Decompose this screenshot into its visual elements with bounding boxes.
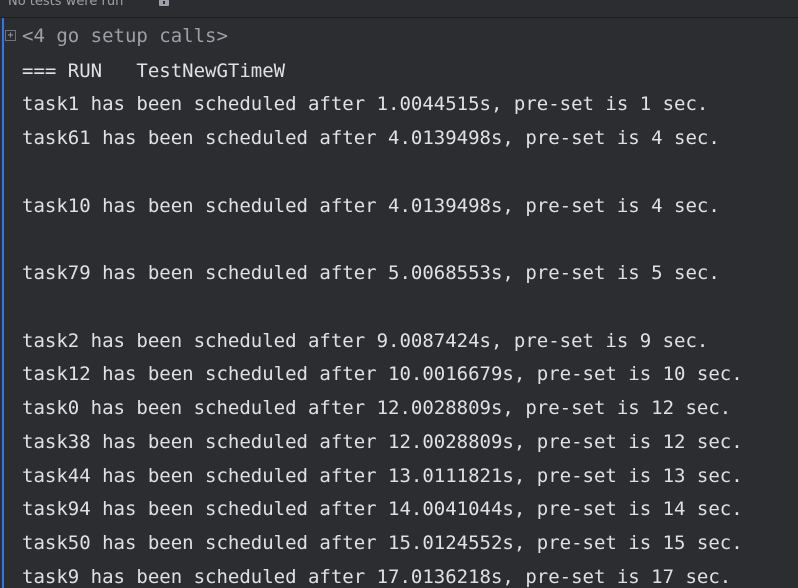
console-line: task0 has been scheduled after 12.002880… bbox=[22, 397, 732, 419]
console-line: task2 has been scheduled after 9.0087424… bbox=[22, 330, 709, 352]
console-line: task12 has been scheduled after 10.00166… bbox=[22, 363, 743, 385]
console-line: task61 has been scheduled after 4.013949… bbox=[22, 127, 720, 149]
fold-expand-icon[interactable]: + bbox=[5, 30, 16, 41]
test-status-text: No tests were run bbox=[8, 0, 124, 9]
gutter-accent-bar bbox=[2, 18, 4, 588]
console-line: task10 has been scheduled after 4.013949… bbox=[22, 195, 720, 217]
console-line: task38 has been scheduled after 12.00288… bbox=[22, 431, 743, 453]
run-header: === RUN TestNewGTimeW bbox=[22, 60, 286, 82]
console-line: task44 has been scheduled after 13.01118… bbox=[22, 465, 743, 487]
console-line: task94 has been scheduled after 14.00410… bbox=[22, 498, 743, 520]
setup-calls-fold[interactable]: <4 go setup calls> bbox=[22, 24, 228, 48]
console-line: task9 has been scheduled after 17.013621… bbox=[22, 566, 732, 588]
console-line: task1 has been scheduled after 1.0044515… bbox=[22, 93, 709, 115]
lock-icon[interactable] bbox=[157, 0, 171, 6]
test-status-bar: No tests were run bbox=[0, 0, 798, 18]
console-line: task50 has been scheduled after 15.01245… bbox=[22, 532, 743, 554]
console-line: task79 has been scheduled after 5.006855… bbox=[22, 262, 720, 284]
console-output[interactable]: + <4 go setup calls> === RUN TestNewGTim… bbox=[0, 18, 798, 588]
